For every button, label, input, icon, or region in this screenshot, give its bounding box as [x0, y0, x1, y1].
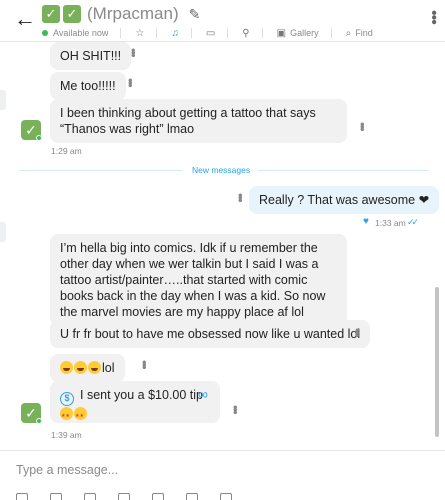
laughing-emoji-icon	[74, 361, 87, 374]
pin-button[interactable]: ⚲	[242, 28, 249, 39]
laughing-emoji-icon	[88, 361, 101, 374]
message-bubble-incoming[interactable]: Me too!!!!!	[50, 72, 126, 100]
new-messages-divider	[258, 170, 428, 171]
chat-header: ← ✓ ✓ (Mrpacman) ✎ Available now ☆ ♫ ▭ ⚲…	[0, 0, 445, 42]
pencil-icon[interactable]: ✎	[189, 6, 201, 23]
star-struck-emoji-icon	[60, 407, 73, 424]
message-timestamp: 1:33 am	[375, 218, 406, 228]
composer	[0, 450, 445, 500]
divider	[156, 28, 158, 38]
divider	[227, 28, 229, 38]
notes-button[interactable]: ▭	[206, 28, 215, 39]
gif-icon[interactable]	[118, 493, 130, 500]
find-label: Find	[355, 28, 373, 38]
message-menu-icon[interactable]: •••	[233, 193, 248, 201]
new-messages-label: New messages	[192, 165, 251, 175]
message-bubble-incoming[interactable]: I been thinking about getting a tattoo t…	[50, 99, 347, 143]
gallery-label: Gallery	[290, 28, 319, 38]
online-dot-icon	[36, 135, 42, 141]
edge-marker	[0, 90, 6, 110]
message-text: OH SHIT!!!	[60, 49, 122, 63]
gallery-icon: ▣	[276, 27, 287, 39]
message-menu-icon[interactable]: •••	[350, 328, 365, 336]
divider	[330, 28, 332, 38]
tip-text: I sent you a $10.00 tip	[80, 388, 204, 402]
chat-screen: ← ✓ ✓ (Mrpacman) ✎ Available now ☆ ♫ ▭ ⚲…	[0, 0, 445, 500]
composer-toolbar	[16, 493, 254, 500]
pin-icon: ⚲	[242, 27, 250, 39]
text-format-icon[interactable]	[186, 493, 198, 500]
contact-title[interactable]: ✓ ✓ (Mrpacman) ✎	[42, 4, 200, 24]
divider	[261, 28, 263, 38]
bell-icon: ♫	[171, 27, 179, 39]
media-icon[interactable]	[16, 493, 28, 500]
message-text: Me too!!!!!	[60, 79, 116, 93]
price-icon[interactable]	[152, 493, 164, 500]
check-mark-emoji-icon: ✓	[42, 5, 60, 23]
message-timestamp: 1:39 am	[51, 430, 82, 440]
divider	[190, 28, 192, 38]
find-button[interactable]: ⌕ Find	[346, 28, 373, 39]
search-icon: ⌕	[345, 27, 352, 39]
online-dot-icon	[36, 418, 42, 424]
notifications-button[interactable]: ♫	[171, 28, 179, 39]
message-bubble-incoming[interactable]: OH SHIT!!!	[50, 42, 132, 70]
message-bubble-outgoing[interactable]: Really ? That was awesome ❤	[249, 186, 440, 214]
emoji-icon[interactable]	[220, 493, 232, 500]
message-menu-icon[interactable]: •••	[228, 405, 243, 413]
poll-icon[interactable]	[84, 493, 96, 500]
star-icon: ☆	[135, 27, 145, 39]
laughing-emoji-icon	[60, 361, 73, 374]
star-struck-emoji-icon	[74, 407, 87, 424]
message-list[interactable]: OH SHIT!!! ••• Me too!!!!! ••• I been th…	[0, 42, 445, 450]
message-text: I been thinking about getting a tattoo t…	[60, 106, 316, 136]
dollar-coin-icon: $	[60, 392, 74, 406]
check-mark-emoji-icon: ✓	[63, 5, 81, 23]
heart-icon[interactable]: ♥	[363, 216, 369, 227]
message-text: lol	[102, 361, 115, 375]
message-text: Really ? That was awesome ❤	[259, 193, 430, 207]
message-text: I’m hella big into comics. Idk if u reme…	[60, 241, 326, 319]
read-receipt-icon: ✓✓	[407, 217, 419, 227]
message-bubble-incoming[interactable]: lol	[50, 354, 125, 382]
online-dot-icon	[42, 30, 48, 36]
message-timestamp: 1:29 am	[51, 146, 82, 156]
favorite-button[interactable]: ☆	[135, 28, 144, 39]
message-menu-icon[interactable]: •••	[126, 48, 141, 56]
status-text: Available now	[53, 28, 109, 38]
note-icon: ▭	[205, 27, 216, 39]
contact-name: (Mrpacman)	[87, 4, 179, 23]
back-arrow-icon[interactable]: ←	[14, 8, 36, 30]
header-actions: Available now ☆ ♫ ▭ ⚲ ▣ Gallery ⌕ Find	[42, 26, 373, 40]
scrollbar-thumb[interactable]	[435, 287, 439, 437]
message-menu-icon[interactable]: •••	[355, 122, 370, 130]
new-messages-divider	[20, 170, 182, 171]
tip-loop-icon: ∞	[198, 386, 208, 402]
message-bubble-incoming[interactable]: U fr fr bout to have me obsessed now lik…	[50, 320, 371, 348]
more-vertical-icon[interactable]: •••	[424, 10, 442, 24]
online-status: Available now	[42, 28, 108, 38]
gallery-button[interactable]: ▣ Gallery	[277, 28, 319, 39]
message-text: U fr fr bout to have me obsessed now lik…	[60, 327, 361, 341]
divider	[120, 28, 122, 38]
message-menu-icon[interactable]: •••	[123, 78, 138, 86]
message-input[interactable]	[16, 460, 416, 480]
vault-icon[interactable]	[50, 493, 62, 500]
message-menu-icon[interactable]: •••	[137, 360, 152, 368]
message-bubble-incoming[interactable]: I’m hella big into comics. Idk if u reme…	[50, 234, 347, 326]
edge-marker	[0, 222, 6, 242]
tip-message-bubble[interactable]: $ I sent you a $10.00 tip	[50, 381, 220, 424]
